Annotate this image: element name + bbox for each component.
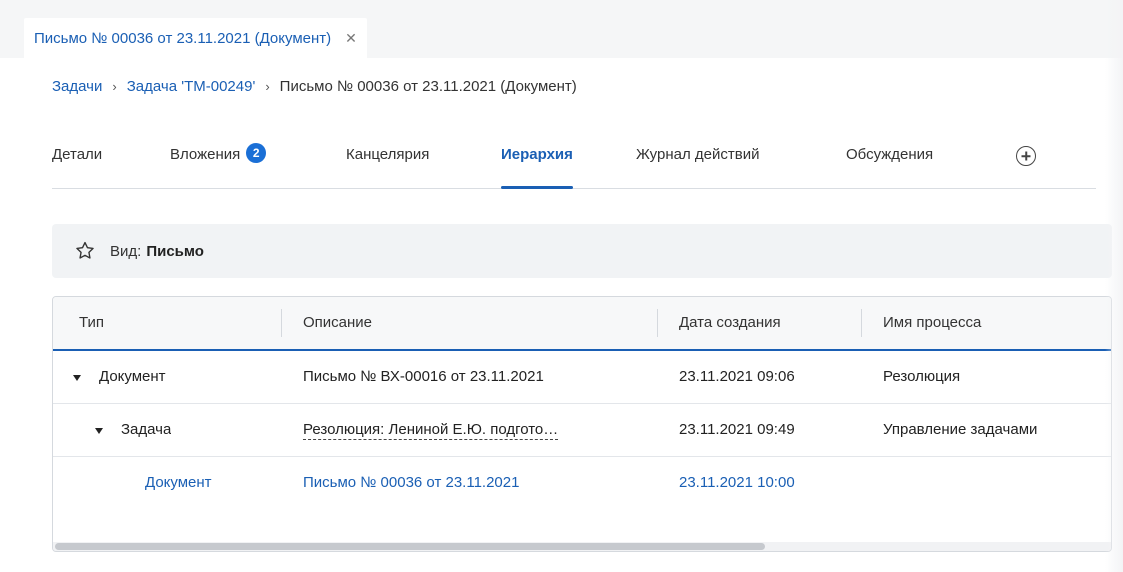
cell-process: Управление задачами bbox=[883, 421, 1038, 438]
cell-created: 23.11.2021 10:00 bbox=[679, 474, 795, 491]
table-row[interactable]: Документ Письмо № ВХ-00016 от 23.11.2021… bbox=[53, 351, 1111, 404]
close-icon[interactable]: ✕ bbox=[345, 30, 357, 47]
description-link[interactable]: Резолюция: Лениной Е.Ю. подгото… bbox=[303, 421, 559, 440]
cell-type: Документ bbox=[99, 368, 166, 385]
tab-label: Канцелярия bbox=[346, 146, 430, 163]
column-divider[interactable] bbox=[657, 309, 658, 337]
breadcrumb-current: Письмо № 00036 от 23.11.2021 (Документ) bbox=[279, 78, 577, 95]
chevron-right-icon: › bbox=[112, 79, 117, 94]
tab-action-log[interactable]: Журнал действий bbox=[636, 140, 759, 188]
scrollbar-thumb[interactable] bbox=[55, 543, 765, 550]
table-header: Тип Описание Дата создания Имя процесса bbox=[53, 297, 1111, 351]
document-tab-title[interactable]: Письмо № 00036 от 23.11.2021 (Документ) bbox=[34, 30, 331, 47]
tab-label: Журнал действий bbox=[636, 146, 760, 163]
tab-hierarchy[interactable]: Иерархия bbox=[501, 140, 573, 189]
tab-bar: Детали Вложения 2 Канцелярия Иерархия Жур… bbox=[52, 140, 1096, 189]
kind-label: Вид: bbox=[110, 242, 142, 260]
attachments-count-badge: 2 bbox=[246, 143, 267, 163]
column-divider[interactable] bbox=[861, 309, 862, 337]
breadcrumb-link-task[interactable]: Задача 'ТМ-00249' bbox=[127, 78, 256, 95]
column-header-process[interactable]: Имя процесса bbox=[883, 297, 981, 349]
kind-bar: Вид: Письмо bbox=[52, 224, 1112, 278]
cell-type: Задача bbox=[121, 421, 172, 438]
kind-value: Письмо bbox=[146, 242, 204, 260]
caret-down-icon[interactable] bbox=[73, 375, 81, 381]
tab-label: Обсуждения bbox=[846, 146, 934, 163]
cell-description: Письмо № ВХ-00016 от 23.11.2021 bbox=[303, 368, 544, 385]
horizontal-scrollbar[interactable] bbox=[53, 542, 1111, 551]
star-outline-icon[interactable] bbox=[74, 240, 96, 262]
caret-down-icon[interactable] bbox=[95, 428, 103, 434]
column-header-type[interactable]: Тип bbox=[79, 297, 104, 349]
cell-process: Резолюция bbox=[883, 368, 961, 385]
breadcrumb-link-tasks[interactable]: Задачи bbox=[52, 78, 102, 95]
cell-created: 23.11.2021 09:49 bbox=[679, 421, 795, 438]
cell-created: 23.11.2021 09:06 bbox=[679, 368, 795, 385]
document-tab[interactable]: Письмо № 00036 от 23.11.2021 (Документ) … bbox=[24, 18, 367, 58]
plus-circle-icon[interactable] bbox=[1016, 146, 1036, 166]
table-row-current[interactable]: Документ Письмо № 00036 от 23.11.2021 23… bbox=[53, 457, 1111, 509]
breadcrumb: Задачи › Задача 'ТМ-00249' › Письмо № 00… bbox=[52, 78, 577, 95]
column-header-created[interactable]: Дата создания bbox=[679, 297, 781, 349]
tab-label: Вложения bbox=[170, 146, 241, 163]
table-row[interactable]: Задача Резолюция: Лениной Е.Ю. подгото… … bbox=[53, 404, 1111, 457]
tab-label: Иерархия bbox=[501, 146, 573, 163]
hierarchy-table: Тип Описание Дата создания Имя процесса … bbox=[52, 296, 1112, 552]
cell-description: Письмо № 00036 от 23.11.2021 bbox=[303, 474, 520, 491]
column-header-description[interactable]: Описание bbox=[303, 297, 372, 349]
tab-label: Детали bbox=[52, 146, 103, 163]
cell-description: Резолюция: Лениной Е.Ю. подгото… bbox=[303, 404, 559, 456]
document-tabs-bar: Письмо № 00036 от 23.11.2021 (Документ) … bbox=[0, 0, 1123, 58]
tab-office[interactable]: Канцелярия bbox=[346, 140, 429, 188]
cell-type: Документ bbox=[145, 474, 212, 491]
tab-details[interactable]: Детали bbox=[52, 140, 102, 188]
tab-discussions[interactable]: Обсуждения bbox=[846, 140, 933, 188]
chevron-right-icon: › bbox=[265, 79, 270, 94]
column-divider[interactable] bbox=[281, 309, 282, 337]
tab-attachments[interactable]: Вложения 2 bbox=[170, 140, 267, 188]
